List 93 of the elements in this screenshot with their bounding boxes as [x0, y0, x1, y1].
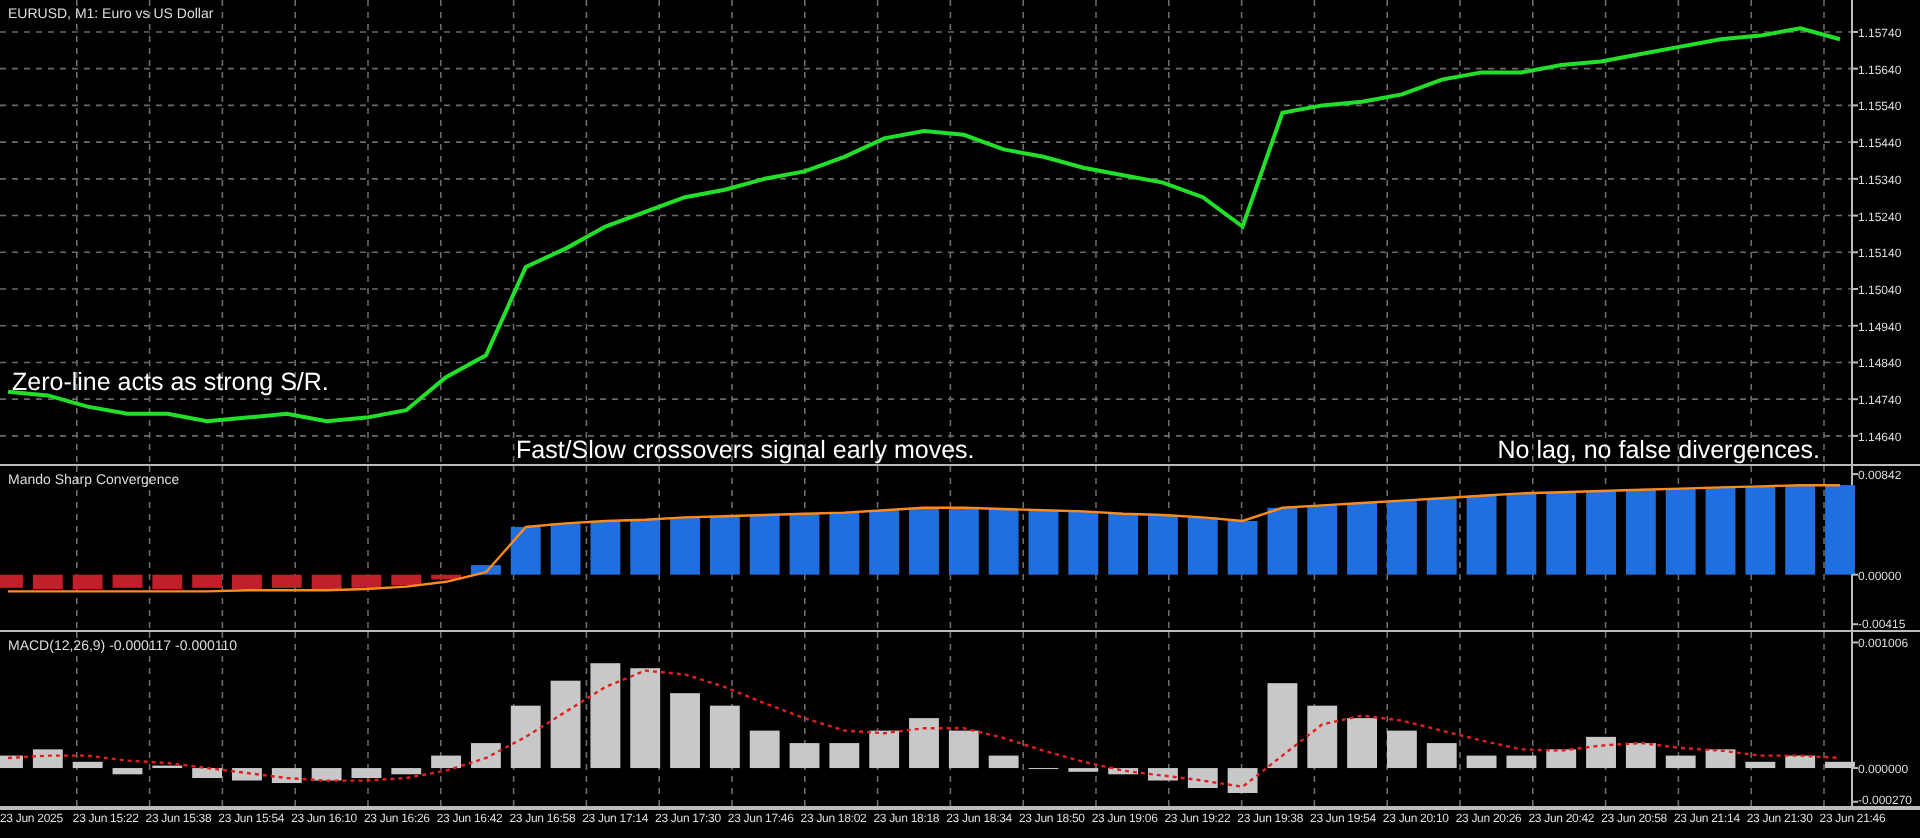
histogram-bar [271, 768, 302, 784]
histogram-bar [1466, 495, 1497, 575]
histogram-bar [1705, 487, 1736, 575]
histogram-bar [1068, 511, 1099, 575]
histogram-bar [590, 663, 621, 769]
histogram-bar [1267, 683, 1298, 769]
histogram-bar [1825, 761, 1855, 769]
histogram-bar [391, 768, 422, 775]
histogram-bar [1426, 498, 1457, 575]
histogram-bar [869, 730, 900, 769]
histogram-bar [311, 574, 342, 589]
histogram-bar [1586, 736, 1616, 769]
histogram-bar [510, 526, 541, 575]
histogram-bar [510, 705, 541, 769]
histogram-bar [909, 718, 939, 769]
annotation-text: Zero-line acts as strong S/R. [12, 368, 329, 398]
histogram-bar [471, 565, 501, 575]
histogram-bar [1387, 500, 1417, 575]
histogram-bar [709, 516, 740, 575]
histogram-bar [1466, 755, 1497, 769]
histogram-bar [1546, 492, 1577, 575]
histogram-bar [1187, 768, 1218, 789]
histogram-bar [1227, 520, 1258, 575]
histogram-bar [909, 507, 939, 575]
histogram-bar [1625, 489, 1656, 575]
histogram-bar [670, 517, 700, 575]
histogram-bar [1387, 730, 1417, 769]
histogram-bar [1148, 768, 1178, 781]
histogram-bar [550, 523, 581, 575]
histogram-bar [1825, 485, 1855, 575]
histogram-bar [1785, 485, 1816, 575]
annotation-text: No lag, no false divergences. [1497, 436, 1820, 466]
histogram-bar [948, 730, 979, 769]
histogram-bar [1108, 768, 1139, 775]
histogram-bar [72, 761, 103, 769]
histogram-bar [112, 768, 143, 775]
histogram-bar [311, 768, 342, 781]
histogram-bar [829, 512, 860, 575]
histogram-bar [192, 768, 223, 779]
histogram-bar [1625, 743, 1656, 769]
histogram-bar [112, 574, 143, 588]
histogram-bar [471, 743, 501, 769]
histogram-bar [431, 574, 461, 580]
histogram-bar [550, 680, 581, 769]
histogram-bar [1267, 507, 1298, 575]
histogram-bar [670, 693, 700, 769]
histogram-bar [32, 574, 63, 589]
histogram-bar [709, 705, 740, 769]
histogram-bar [1227, 768, 1258, 793]
histogram-bar [1028, 510, 1059, 575]
histogram-bar [630, 519, 661, 575]
histogram-bar [1506, 755, 1537, 769]
histogram-bar [232, 574, 262, 589]
histogram-bar [1426, 743, 1457, 769]
histogram-bar [271, 574, 302, 588]
histogram-bar [829, 743, 860, 769]
histogram-bar [0, 755, 23, 769]
histogram-bar [988, 755, 1019, 769]
histogram-bar [630, 668, 661, 769]
histogram-bar [1347, 503, 1377, 575]
histogram-bar [351, 574, 382, 588]
histogram-bar [948, 507, 979, 575]
histogram-bar [1546, 749, 1577, 769]
histogram-bar [192, 574, 223, 588]
histogram-bar [32, 749, 63, 769]
histogram-bar [152, 574, 183, 589]
histogram-bar [1506, 493, 1537, 575]
histogram-bar [1665, 755, 1696, 769]
histogram-bar [1785, 755, 1816, 769]
annotation-text: Fast/Slow crossovers signal early moves. [516, 436, 975, 466]
histogram-bar [1705, 749, 1736, 769]
histogram-bar [1586, 491, 1616, 575]
histogram-bar [1307, 505, 1338, 575]
histogram-bar [789, 513, 820, 575]
histogram-bar [749, 730, 780, 769]
histogram-bar [1148, 514, 1178, 575]
histogram-bar [1745, 761, 1776, 769]
histogram-bar [0, 574, 23, 588]
histogram-bar [590, 520, 621, 575]
histogram-bar [1187, 517, 1218, 575]
histogram-bar [869, 510, 900, 575]
histogram-bar [1745, 486, 1776, 575]
histogram-bar [988, 509, 1019, 575]
histogram-bar [789, 743, 820, 769]
histogram-bar [351, 768, 382, 779]
histogram-bar [72, 574, 103, 589]
histogram-bar [1347, 718, 1377, 769]
histogram-bar [1307, 705, 1338, 769]
histogram-bar [1108, 513, 1139, 575]
histogram-bar [431, 755, 461, 769]
histogram-bar [1665, 488, 1696, 575]
histogram-bar [749, 514, 780, 575]
histogram-bar [391, 574, 422, 586]
